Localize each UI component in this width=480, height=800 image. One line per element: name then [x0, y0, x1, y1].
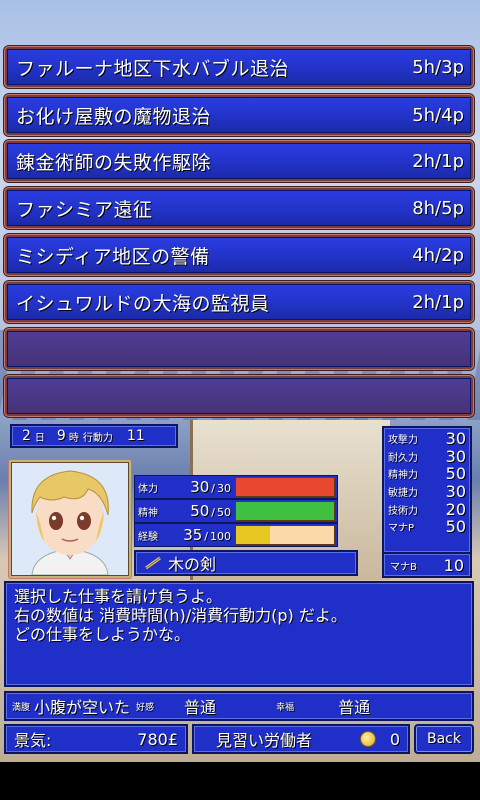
stat-label: 技術力	[388, 505, 418, 517]
gauge-max: 50	[217, 506, 231, 519]
character-portrait	[11, 462, 129, 576]
gauge-bar	[235, 501, 335, 521]
favor-value: 普通	[184, 698, 217, 717]
hunger-label: 満腹	[12, 702, 31, 713]
sword-icon	[145, 556, 161, 570]
mind-gauge: 精神 50/50	[134, 499, 338, 523]
day-value: 2	[22, 428, 31, 444]
stat-row: 敏捷力 30	[388, 482, 466, 502]
stat-label: マナP	[388, 523, 415, 535]
gauge-fill	[236, 526, 271, 544]
mana-b-panel: マナB 10	[382, 552, 472, 578]
job-item[interactable]: イシュワルドの大海の監視員 2h/1p	[4, 281, 474, 323]
stat-label: 攻撃力	[388, 435, 418, 447]
hp-gauge: 体力 30/30	[134, 475, 338, 499]
medal-count: 0	[389, 729, 400, 749]
stat-label: 精神力	[388, 470, 418, 482]
date-bar: 2 日 9 時 行動力 11	[10, 424, 178, 448]
bottom-black-bar	[0, 762, 480, 800]
portrait-frame	[8, 459, 132, 579]
status-bar: 満腹 小腹が空いた 好感 普通 幸福 普通	[4, 691, 474, 721]
stat-row: 精神力 50	[388, 464, 466, 484]
economy-panel: 景気: 780£	[4, 724, 188, 754]
favor-label: 好感	[136, 702, 155, 713]
equipped-weapon: 木の剣	[134, 550, 358, 576]
stat-value: 30	[445, 429, 466, 449]
day-unit: 日	[34, 432, 45, 444]
happiness-value: 普通	[338, 698, 371, 717]
job-item[interactable]: お化け屋敷の魔物退治 5h/4p	[4, 94, 474, 136]
rank-panel: 見習い労働者 0	[192, 724, 410, 754]
economy-label: 景気:	[14, 731, 52, 750]
stats-panel: 攻撃力 30 耐久力 30 精神力 50 敏捷力 30 技術力 20 マナP 50	[382, 426, 472, 554]
job-name: ファルーナ地区下水バブル退治	[16, 57, 290, 80]
action-points-label: 行動力	[82, 432, 113, 444]
message-line: どの仕事をしようかな。	[14, 625, 191, 644]
stat-row: 技術力 20	[388, 499, 466, 519]
hour-value: 9	[56, 428, 66, 444]
gauge-label: 体力	[138, 483, 158, 495]
action-points-value: 11	[126, 428, 145, 444]
economy-value: 780£	[137, 729, 178, 749]
stat-value: 30	[445, 446, 466, 466]
job-name: お化け屋敷の魔物退治	[16, 105, 212, 128]
rank-title: 見習い労働者	[216, 731, 313, 750]
stat-value: 30	[445, 482, 466, 502]
stat-row: 攻撃力 30	[388, 429, 466, 449]
job-name: 錬金術師の失敗作駆除	[16, 151, 212, 174]
stat-row: 耐久力 30	[388, 446, 466, 466]
gauge-max: 100	[210, 530, 231, 543]
back-button[interactable]: Back	[414, 724, 474, 754]
stat-value: 20	[445, 499, 466, 519]
gauge-fill	[236, 478, 334, 496]
job-cost: 8h/5p	[412, 197, 464, 219]
job-name: イシュワルドの大海の監視員	[16, 292, 270, 315]
job-cost: 5h/3p	[412, 56, 464, 78]
gauge-max: 30	[217, 482, 231, 495]
message-box: 選択した仕事を請け負うよ。 右の数値は 消費時間(h)/消費行動力(p) だよ。…	[4, 581, 474, 687]
job-cost: 4h/2p	[412, 244, 464, 266]
job-name: ミシディア地区の警備	[16, 245, 210, 268]
hunger-value: 小腹が空いた	[34, 698, 131, 717]
stat-row: マナP 50	[388, 517, 466, 537]
message-line: 右の数値は 消費時間(h)/消費行動力(p) だよ。	[14, 606, 347, 625]
stat-value: 50	[445, 517, 466, 537]
job-name: ファシミア遠征	[16, 198, 153, 221]
job-item[interactable]: ファルーナ地区下水バブル退治 5h/3p	[4, 46, 474, 88]
happiness-label: 幸福	[276, 702, 295, 713]
job-item[interactable]: ファシミア遠征 8h/5p	[4, 187, 474, 229]
job-item[interactable]: 錬金術師の失敗作駆除 2h/1p	[4, 140, 474, 182]
job-cost: 2h/1p	[412, 291, 464, 313]
job-cost: 2h/1p	[412, 150, 464, 172]
job-item[interactable]: ミシディア地区の警備 4h/2p	[4, 234, 474, 276]
exp-gauge: 経験 35/100	[134, 523, 338, 547]
gauge-value: 35	[183, 526, 203, 544]
game-screen: ファルーナ地区下水バブル退治 5h/3p お化け屋敷の魔物退治 5h/4p 錬金術師…	[0, 0, 480, 800]
mana-b-value: 10	[443, 555, 464, 575]
gauge-value: 50	[190, 502, 210, 520]
message-line: 選択した仕事を請け負うよ。	[14, 587, 223, 606]
hour-unit: 時	[68, 432, 79, 444]
back-label: Back	[427, 731, 461, 747]
gauge-bar	[235, 477, 335, 497]
medal-icon	[359, 731, 376, 747]
gauge-label: 経験	[138, 531, 158, 543]
job-cost: 5h/4p	[412, 104, 464, 126]
stat-label: 敏捷力	[388, 488, 418, 500]
character-portrait-art	[12, 463, 128, 575]
stat-value: 50	[445, 464, 466, 484]
weapon-name: 木の剣	[168, 555, 217, 574]
gauge-value: 30	[190, 478, 210, 496]
gauge-fill	[236, 502, 334, 520]
mana-b-label: マナB	[390, 561, 417, 573]
stat-label: 耐久力	[388, 452, 418, 464]
job-item-empty	[4, 375, 474, 417]
job-item-empty	[4, 328, 474, 370]
gauge-bar	[235, 525, 335, 545]
gauge-label: 精神	[138, 507, 158, 519]
